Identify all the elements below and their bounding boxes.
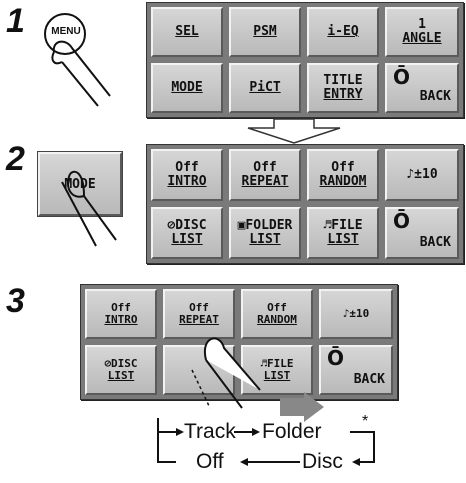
step-2-number: 2 <box>6 140 25 178</box>
cycle-folder-label: Folder <box>262 420 322 443</box>
cycle-off-label: Off <box>196 450 224 473</box>
finger-pressing-repeat-icon <box>191 337 261 409</box>
ieq-button[interactable]: i-EQ <box>307 7 379 57</box>
menu-button-label[interactable]: MENU <box>43 26 89 37</box>
psm-button[interactable]: PSM <box>229 7 301 57</box>
intro-button[interactable]: Off INTRO <box>151 149 223 201</box>
cycle-track-label: Track <box>184 420 236 443</box>
down-arrow-icon <box>247 118 341 144</box>
screen1-panel: SEL PSM i-EQ 1 ANGLE MODE PiCT TITLE ENTRY… <box>146 2 464 118</box>
file-list-button[interactable]: ♬FILE LIST <box>307 207 379 259</box>
back-button-3[interactable]: Ō BACK <box>319 345 393 395</box>
knob-icon: Ō <box>327 346 345 370</box>
mode-button[interactable]: MODE <box>151 63 223 113</box>
knob-icon: Ō <box>393 209 411 233</box>
title-entry-button[interactable]: TITLE ENTRY <box>307 63 379 113</box>
cycle-disc-label: Disc <box>302 450 343 473</box>
repeat-button[interactable]: Off REPEAT <box>229 149 301 201</box>
finger-pressing-mode-icon <box>61 170 117 247</box>
disc-list-button-3[interactable]: ⊘DISC LIST <box>85 345 157 395</box>
step-1-number: 1 <box>6 2 25 40</box>
cycle-folder-asterisk: * <box>362 413 369 430</box>
pict-button[interactable]: PiCT <box>229 63 301 113</box>
knob-icon: Ō <box>393 65 411 89</box>
sel-button[interactable]: SEL <box>151 7 223 57</box>
folder-list-button[interactable]: ▣FOLDER LIST <box>229 207 301 259</box>
random-button[interactable]: Off RANDOM <box>307 149 379 201</box>
skip-10-button-3[interactable]: ♪±10 <box>319 289 393 339</box>
intro-button-3[interactable]: Off INTRO <box>85 289 157 339</box>
disc-list-button[interactable]: ⊘DISC LIST <box>151 207 223 259</box>
back-button[interactable]: Ō BACK <box>385 63 459 113</box>
screen2-panel: Off INTRO Off REPEAT Off RANDOM ♪±10 ⊘DISC L… <box>146 144 464 264</box>
angle-button[interactable]: 1 ANGLE <box>385 7 459 57</box>
finger-pressing-menu-icon <box>44 13 111 107</box>
back-button-2[interactable]: Ō BACK <box>385 207 459 259</box>
step-3-number: 3 <box>6 282 25 320</box>
skip-10-button[interactable]: ♪±10 <box>385 149 459 201</box>
